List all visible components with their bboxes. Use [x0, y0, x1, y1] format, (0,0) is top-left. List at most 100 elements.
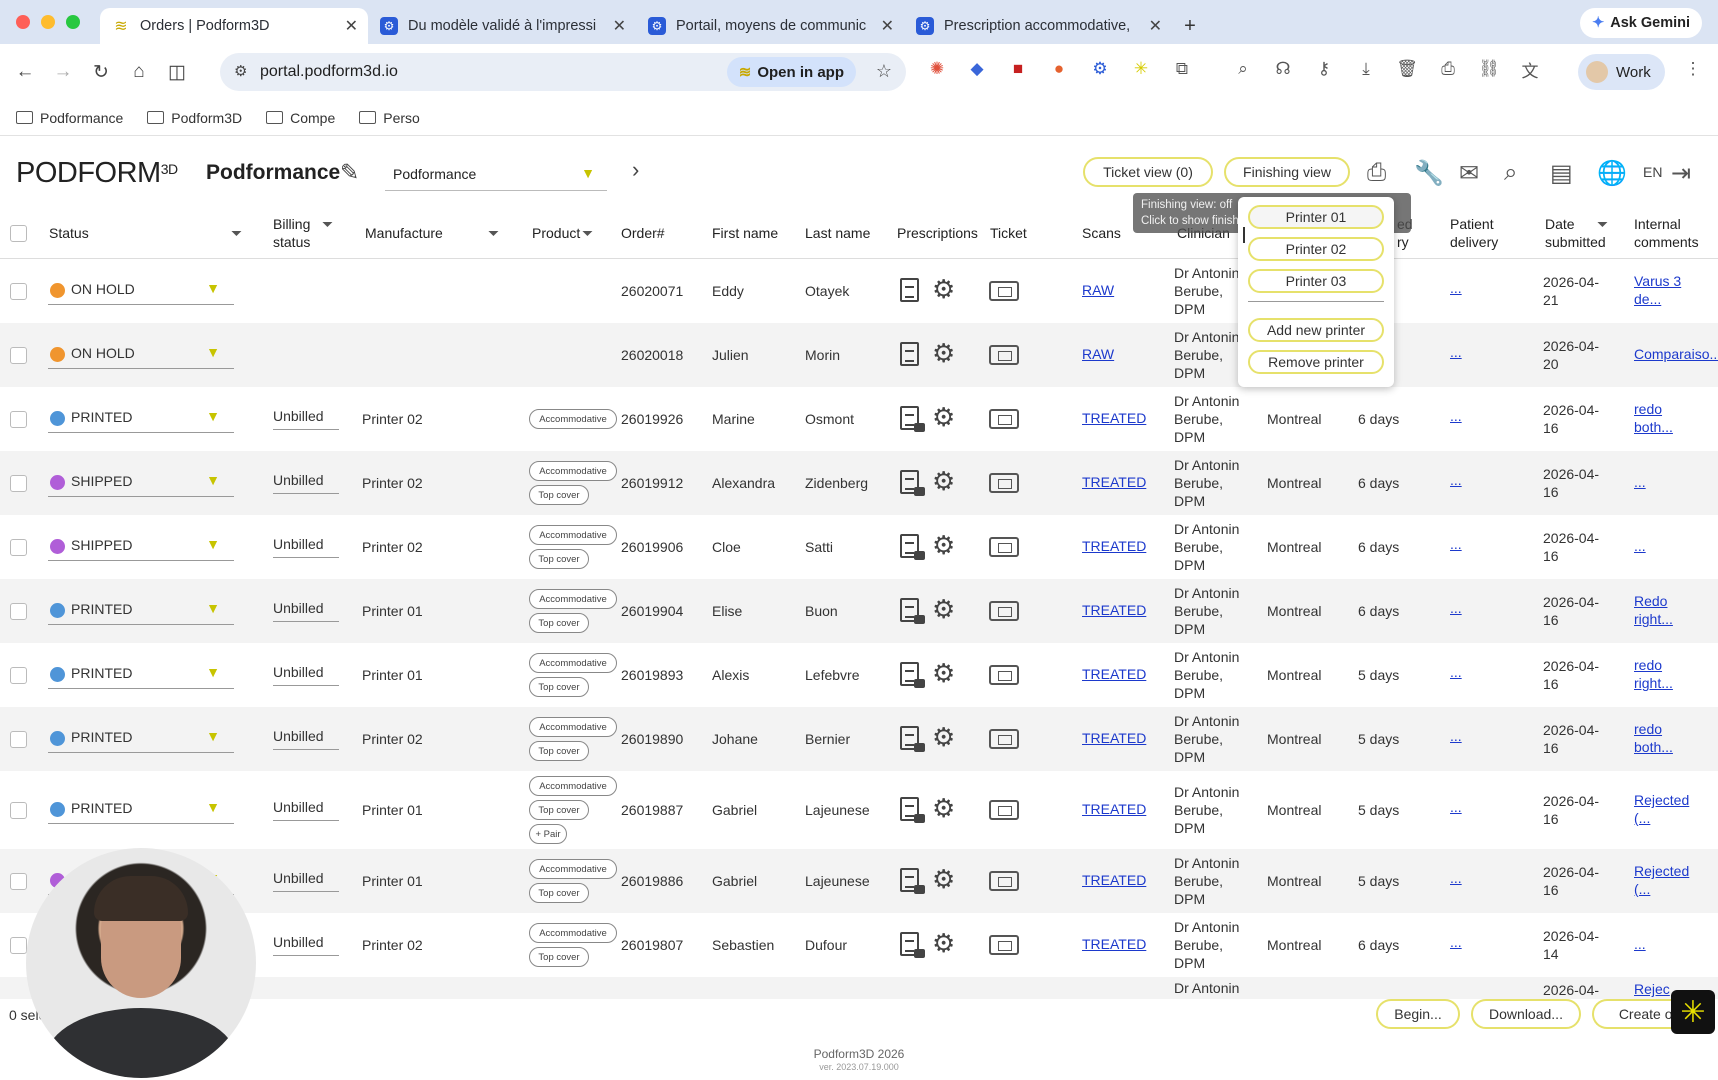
- order-number[interactable]: 26019890: [621, 730, 683, 748]
- row-checkbox[interactable]: [10, 731, 27, 748]
- patient-delivery-link[interactable]: ...: [1450, 664, 1462, 680]
- billing-status[interactable]: Unbilled: [273, 408, 339, 430]
- close-icon[interactable]: ✕: [881, 16, 894, 36]
- profile-button[interactable]: Work: [1578, 54, 1665, 90]
- patient-delivery-link[interactable]: ...: [1450, 408, 1462, 424]
- column-patient-delivery[interactable]: Patient: [1450, 216, 1494, 233]
- gear-icon[interactable]: ⚙: [932, 864, 955, 895]
- prescription-document-icon[interactable]: [900, 278, 919, 302]
- order-number[interactable]: 26019912: [621, 474, 683, 492]
- extension-t-icon[interactable]: ●: [1046, 56, 1072, 82]
- filter-icon[interactable]: ⏷: [1597, 216, 1608, 233]
- close-icon[interactable]: ✕: [1149, 16, 1162, 36]
- internal-comment-link[interactable]: (...: [1634, 881, 1650, 897]
- internal-comment-link[interactable]: right...: [1634, 675, 1673, 691]
- chevron-right-icon[interactable]: ›: [632, 157, 639, 183]
- order-number[interactable]: 26020018: [621, 346, 683, 364]
- row-checkbox[interactable]: [10, 667, 27, 684]
- extension-diamond-icon[interactable]: ◆: [964, 56, 990, 82]
- minimize-window-button[interactable]: [41, 15, 55, 29]
- billing-status[interactable]: Unbilled: [273, 664, 339, 686]
- ticket-icon[interactable]: [989, 473, 1019, 493]
- scan-link[interactable]: TREATED: [1082, 602, 1146, 618]
- gear-icon[interactable]: ⚙: [932, 658, 955, 689]
- patient-delivery-link[interactable]: ...: [1450, 280, 1462, 296]
- extensions-puzzle-icon[interactable]: ⧉: [1169, 56, 1195, 82]
- bookmark-podformance[interactable]: Podformance: [16, 110, 123, 126]
- column-date-submitted[interactable]: Date: [1545, 216, 1575, 233]
- billing-status[interactable]: Unbilled: [273, 472, 339, 494]
- ticket-view-button[interactable]: Ticket view (0): [1083, 157, 1213, 187]
- bookmark-compe[interactable]: Compe: [266, 110, 335, 126]
- table-row[interactable]: SHIPPED ▼ Unbilled Printer 02 Accommodative T…: [0, 451, 1718, 515]
- gear-icon[interactable]: ⚙: [932, 928, 955, 959]
- internal-comment-link[interactable]: Redo: [1634, 593, 1667, 609]
- internal-comment-link[interactable]: both...: [1634, 739, 1673, 755]
- internal-comment-link[interactable]: (...: [1634, 810, 1650, 826]
- incognito-icon[interactable]: ☊: [1270, 56, 1296, 82]
- gear-icon[interactable]: ⚙: [932, 793, 955, 824]
- status-select[interactable]: PRINTED ▼: [48, 659, 234, 689]
- internal-comment-link[interactable]: de...: [1634, 291, 1661, 307]
- status-select[interactable]: PRINTED ▼: [48, 403, 234, 433]
- row-checkbox[interactable]: [10, 937, 27, 954]
- billing-status[interactable]: Unbilled: [273, 728, 339, 750]
- remove-printer-button[interactable]: Remove printer: [1248, 350, 1384, 374]
- table-row[interactable]: PRINTED ▼ Unbilled Printer 02 Accommodative 2…: [0, 387, 1718, 451]
- gear-icon[interactable]: ⚙: [932, 466, 955, 497]
- column-last-name[interactable]: Last name: [805, 225, 870, 242]
- globe-icon[interactable]: 🌐: [1597, 159, 1627, 188]
- ticket-icon[interactable]: [989, 537, 1019, 557]
- row-checkbox[interactable]: [10, 873, 27, 890]
- scan-link[interactable]: RAW: [1082, 346, 1114, 362]
- filter-icon[interactable]: ⏷: [582, 225, 593, 242]
- table-row[interactable]: ON HOLD ▼ 26020018 Julien Morin ⚙ RAW Dr Antoni…: [0, 323, 1718, 387]
- extension-burst-icon[interactable]: ✺: [924, 56, 950, 82]
- row-checkbox[interactable]: [10, 802, 27, 819]
- scan-link[interactable]: TREATED: [1082, 666, 1146, 682]
- scan-link[interactable]: TREATED: [1082, 474, 1146, 490]
- order-number[interactable]: 26019893: [621, 666, 683, 684]
- billing-status[interactable]: Unbilled: [273, 799, 339, 821]
- patient-delivery-link[interactable]: ...: [1450, 870, 1462, 886]
- finishing-view-button[interactable]: Finishing view: [1224, 157, 1350, 187]
- extension-gear-icon[interactable]: ⚙: [1087, 56, 1113, 82]
- wrench-icon[interactable]: 🔧: [1414, 159, 1444, 188]
- search-icon[interactable]: ⌕: [1504, 159, 1517, 187]
- ticket-icon[interactable]: [989, 345, 1019, 365]
- language-label[interactable]: EN: [1643, 164, 1662, 180]
- ticket-icon[interactable]: [989, 800, 1019, 820]
- internal-comment-link[interactable]: ...: [1634, 538, 1646, 554]
- bookmark-podform3d[interactable]: Podform3D: [147, 110, 242, 126]
- internal-comment-link[interactable]: ...: [1634, 474, 1646, 490]
- order-number[interactable]: 26019886: [621, 872, 683, 890]
- close-icon[interactable]: ✕: [345, 16, 358, 36]
- status-select[interactable]: PRINTED ▼: [48, 794, 234, 824]
- logout-icon[interactable]: ⇥: [1671, 159, 1691, 188]
- order-number[interactable]: 26019906: [621, 538, 683, 556]
- more-menu-icon[interactable]: ⋮: [1680, 56, 1706, 82]
- internal-comment-link[interactable]: Rejec: [1634, 981, 1670, 997]
- podform-star-icon[interactable]: ✳: [1671, 990, 1715, 1034]
- reload-icon[interactable]: ↻: [82, 53, 120, 91]
- status-select[interactable]: ON HOLD ▼: [48, 339, 234, 369]
- internal-comment-link[interactable]: Rejected: [1634, 863, 1689, 879]
- podform-logo[interactable]: PODFORM3D: [16, 157, 178, 190]
- close-icon[interactable]: ✕: [613, 16, 626, 36]
- column-product[interactable]: Product: [532, 225, 580, 242]
- gear-icon[interactable]: ⚙: [932, 338, 955, 369]
- gear-icon[interactable]: ⚙: [932, 530, 955, 561]
- extension-star-icon[interactable]: ✳: [1128, 56, 1154, 82]
- key-icon[interactable]: ⚷: [1311, 56, 1337, 82]
- site-info-icon[interactable]: ⚙: [234, 62, 247, 80]
- row-checkbox[interactable]: [10, 283, 27, 300]
- status-select[interactable]: PRINTED ▼: [48, 595, 234, 625]
- column-order[interactable]: Order#: [621, 225, 665, 242]
- scan-link[interactable]: TREATED: [1082, 410, 1146, 426]
- gear-icon[interactable]: ⚙: [932, 722, 955, 753]
- trash-icon[interactable]: 🗑: [1394, 56, 1420, 82]
- table-row[interactable]: SHIPPED ▼ Unbilled Printer 02 Accommodative T…: [0, 515, 1718, 579]
- table-row[interactable]: PRINTED ▼ Unbilled Printer 01 Accommodative T…: [0, 579, 1718, 643]
- billing-status[interactable]: Unbilled: [273, 870, 339, 892]
- tab-orders[interactable]: ≋ Orders | Podform3D ✕: [100, 8, 368, 44]
